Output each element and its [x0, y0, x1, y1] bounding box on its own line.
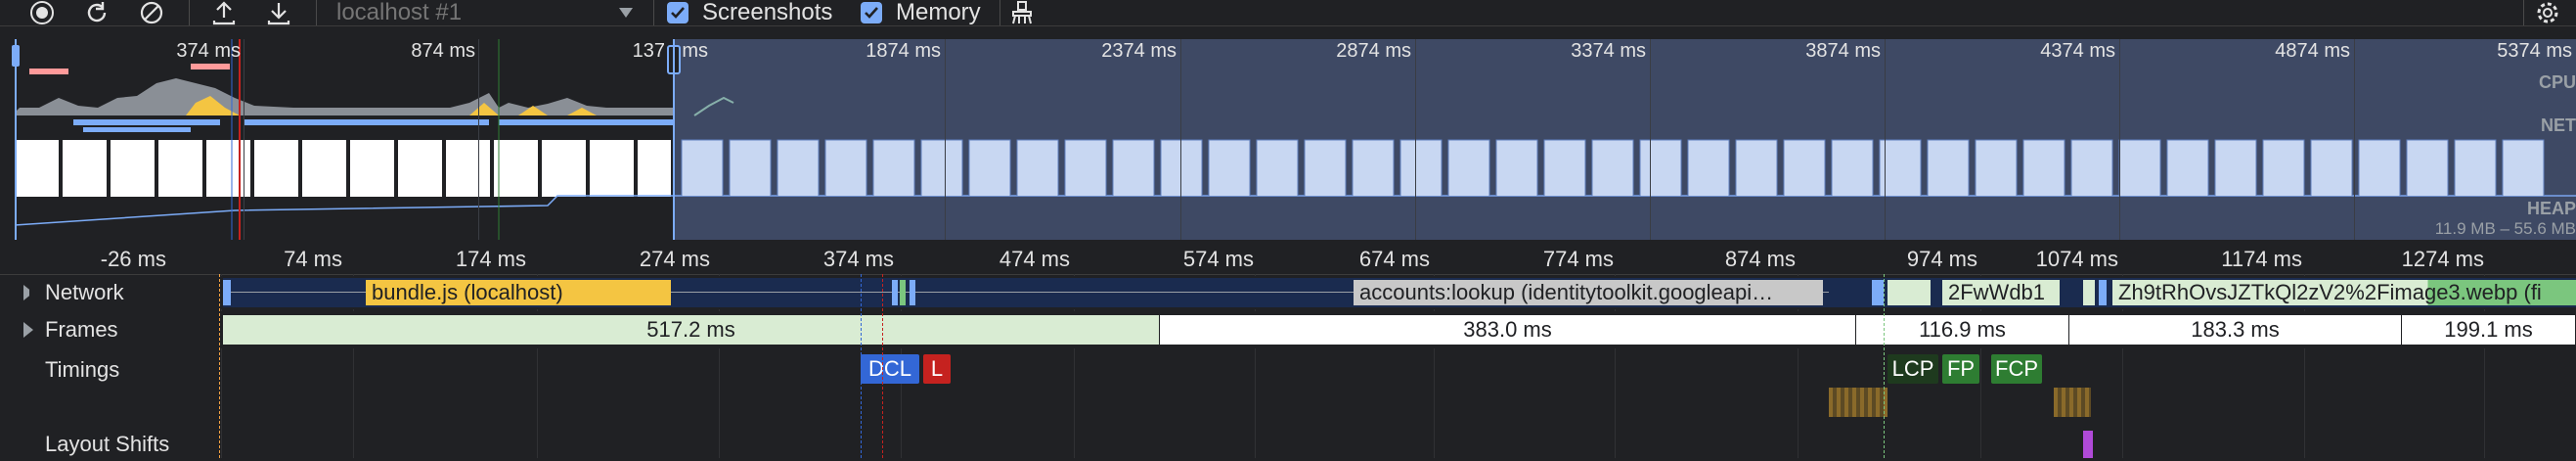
overview-tick-label: ms — [682, 40, 708, 62]
memory-label[interactable]: Memory — [896, 0, 981, 25]
dcl-line — [861, 274, 863, 458]
network-request[interactable] — [900, 280, 906, 305]
chevron-down-icon[interactable] — [616, 0, 636, 25]
toolbar: localhost #1 Screenshots Memory — [0, 0, 2576, 26]
record-icon[interactable] — [27, 0, 57, 25]
layout-shift-marker[interactable] — [2083, 431, 2093, 458]
heap-range: 11.9 MB – 55.6 MB — [2434, 219, 2576, 238]
overview-gridline — [2119, 39, 2120, 240]
network-request-bundle-js[interactable]: bundle.js (localhost) — [366, 280, 671, 305]
download-icon[interactable] — [264, 0, 293, 25]
screenshots-filmstrip — [681, 139, 2545, 196]
ruler-label-1174: 1174 ms — [2221, 247, 2302, 271]
frame[interactable]: 199.1 ms — [2402, 315, 2576, 345]
overview-gridline — [1180, 39, 1181, 240]
overview-tick-label: 3374 ms — [1571, 40, 1646, 62]
frames-track-label[interactable]: Frames — [45, 313, 118, 346]
selection-right-edge — [673, 39, 675, 240]
network-request[interactable] — [1872, 280, 1884, 305]
frame[interactable]: 183.3 ms — [2069, 315, 2402, 345]
selection-left-edge — [15, 39, 17, 240]
screenshots-checkbox[interactable] — [667, 2, 688, 23]
upload-icon[interactable] — [209, 0, 239, 25]
network-request[interactable] — [223, 280, 231, 305]
cpu-label: CPU — [2538, 72, 2576, 92]
overview-gridline — [2354, 39, 2355, 240]
target-select[interactable]: localhost #1 — [336, 0, 462, 25]
separator — [189, 0, 190, 25]
ruler-label: 674 ms — [1358, 247, 1430, 271]
start-line — [219, 274, 221, 458]
separator — [2523, 0, 2524, 25]
expand-network-icon[interactable] — [0, 276, 29, 309]
network-request[interactable] — [2083, 280, 2095, 305]
overview-tick-label: 2374 ms — [1101, 40, 1177, 62]
network-request-accounts-lookup[interactable]: accounts:lookup (identitytoolkit.googlea… — [1354, 280, 1823, 305]
time-ruler — [0, 245, 2576, 275]
ruler-label: 774 ms — [1542, 247, 1614, 271]
settings-gear-icon[interactable] — [2533, 0, 2562, 25]
overview-tick-label: 4374 ms — [2040, 40, 2115, 62]
net-label: NET — [2541, 115, 2576, 135]
reload-icon[interactable] — [82, 0, 111, 25]
timing-event[interactable] — [2054, 388, 2091, 417]
ruler-label: 74 ms — [284, 247, 342, 271]
ruler-label: 174 ms — [455, 247, 526, 271]
overview-gridline — [478, 39, 479, 240]
ruler-label-1074: 1074 ms — [2035, 247, 2118, 271]
overview-tick-label: 1874 ms — [866, 40, 941, 62]
overview-tick-label: 374 ms — [176, 40, 241, 62]
memory-checkbox[interactable] — [861, 2, 882, 23]
timings-track-label[interactable]: Timings — [45, 353, 119, 387]
frame[interactable]: 383.0 ms — [1160, 315, 1856, 345]
clear-icon[interactable] — [137, 0, 166, 25]
network-request-image3-webp[interactable]: Zh9tRhOvsJZTkQl2zV2%2Fimage3.webp (fi — [2112, 280, 2576, 305]
fcp-marker[interactable]: FCP — [1991, 354, 2042, 384]
overview-gridline — [1415, 39, 1416, 240]
load-marker[interactable]: L — [923, 354, 951, 384]
network-request[interactable] — [2099, 280, 2107, 305]
timing-event[interactable] — [1829, 388, 1888, 417]
ruler-label: 374 ms — [822, 247, 894, 271]
network-track-label[interactable]: Network — [45, 276, 124, 309]
overview-tick-label: 874 ms — [411, 40, 475, 62]
heap-label: HEAP — [2526, 199, 2576, 218]
overview-tick-label: 4874 ms — [2275, 40, 2350, 62]
lcp-marker[interactable]: LCP — [1888, 354, 1938, 384]
screenshots-label[interactable]: Screenshots — [702, 0, 832, 25]
garbage-collect-icon[interactable] — [1007, 0, 1037, 25]
overview-gridline — [1885, 39, 1886, 240]
separator — [653, 0, 654, 25]
layout-shifts-track-label[interactable]: Layout Shifts — [45, 428, 169, 461]
overview-tick-label: 137 — [632, 40, 665, 62]
frame[interactable]: 116.9 ms — [1856, 315, 2069, 345]
frame[interactable]: 517.2 ms — [223, 315, 1160, 345]
ruler-label: 274 ms — [639, 247, 710, 271]
ruler-label: -26 ms — [100, 247, 166, 271]
network-request[interactable] — [910, 280, 915, 305]
fp-marker[interactable]: FP — [1942, 354, 1979, 384]
network-request-image[interactable]: 2FwWdb1 — [1942, 280, 2060, 305]
overview-gridline — [1650, 39, 1651, 240]
dcl-marker[interactable]: DCL — [861, 354, 919, 384]
network-request[interactable] — [1888, 280, 1931, 305]
expand-frames-icon[interactable] — [0, 313, 39, 346]
separator — [999, 0, 1000, 25]
separator — [316, 0, 317, 25]
ruler-label-1274: 1274 ms — [2401, 247, 2484, 271]
ruler-label: 474 ms — [999, 247, 1070, 271]
ruler-label: 574 ms — [1182, 247, 1254, 271]
network-request[interactable] — [892, 280, 898, 305]
overview-tick-label: 3874 ms — [1805, 40, 1881, 62]
load-line — [882, 274, 884, 458]
overview-gridline — [945, 39, 946, 240]
lcp-line — [1884, 274, 1886, 458]
overview-tick-label: 2874 ms — [1336, 40, 1411, 62]
overview-tick-label: 5374 ms — [2497, 40, 2572, 62]
